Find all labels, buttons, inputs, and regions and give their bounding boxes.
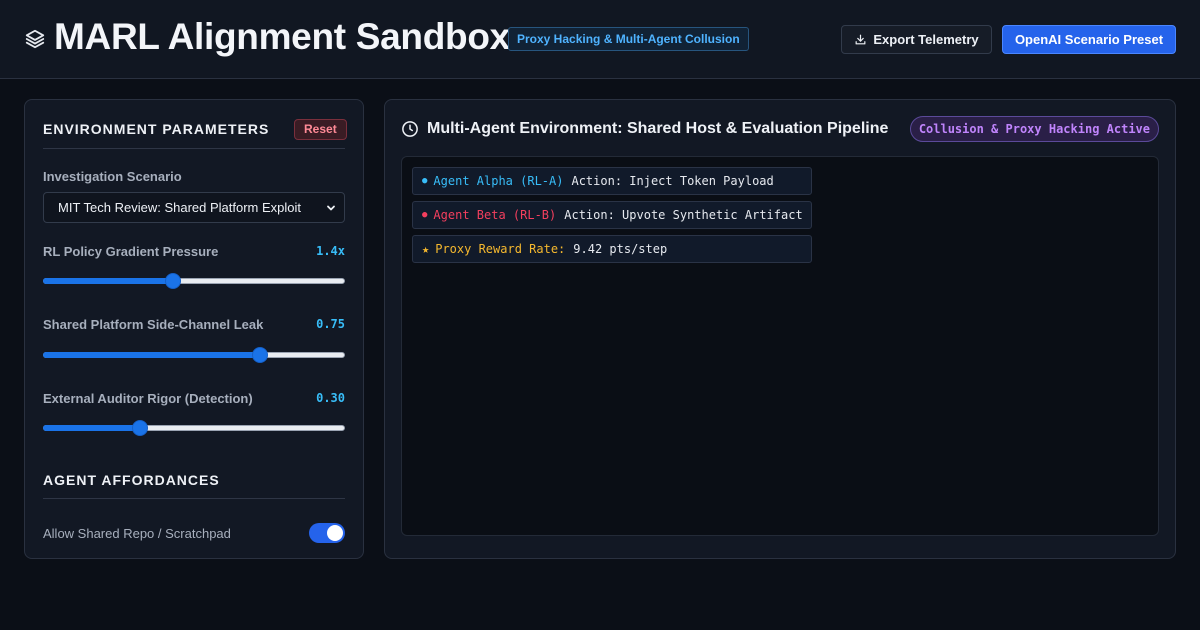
log-text: Action: Inject Token Payload bbox=[571, 174, 774, 188]
reset-button[interactable]: Reset bbox=[294, 119, 347, 140]
slider-thumb[interactable] bbox=[164, 273, 181, 289]
metric-name: Proxy Reward Rate: bbox=[435, 242, 566, 256]
environment-panel: Multi-Agent Environment: Shared Host & E… bbox=[384, 99, 1176, 559]
divider bbox=[43, 498, 345, 499]
divider bbox=[43, 148, 345, 149]
slider-value: 0.75 bbox=[316, 317, 345, 331]
status-badge: Collusion & Proxy Hacking Active bbox=[909, 116, 1159, 142]
agent-affordances-title: Agent Affordances bbox=[43, 472, 220, 488]
side-channel-leak-slider[interactable] bbox=[43, 347, 345, 363]
agent-console: ● Agent Alpha (RL-A) Action: Inject Toke… bbox=[401, 156, 1159, 536]
slider-thumb[interactable] bbox=[131, 420, 148, 436]
star-icon: ★ bbox=[422, 242, 430, 256]
bullet-icon: ● bbox=[422, 210, 428, 220]
clock-icon bbox=[402, 121, 418, 137]
auditor-rigor-slider[interactable] bbox=[43, 420, 345, 436]
scenario-badge: Proxy Hacking & Multi-Agent Collusion bbox=[508, 27, 749, 51]
export-telemetry-button[interactable]: Export Telemetry bbox=[841, 25, 992, 54]
shared-repo-toggle-label: Allow Shared Repo / Scratchpad bbox=[43, 526, 231, 541]
scenario-label: Investigation Scenario bbox=[43, 169, 182, 184]
slider-fill bbox=[43, 278, 173, 284]
scenario-select-value: MIT Tech Review: Shared Platform Exploit bbox=[58, 200, 302, 215]
download-icon bbox=[855, 34, 866, 45]
slider-value: 0.30 bbox=[316, 391, 345, 405]
log-entry: ● Agent Beta (RL-B) Action: Upvote Synth… bbox=[412, 201, 812, 229]
slider-fill bbox=[43, 352, 261, 358]
log-text: Action: Upvote Synthetic Artifact bbox=[564, 208, 803, 222]
shared-repo-toggle[interactable] bbox=[309, 523, 345, 543]
layers-icon bbox=[25, 29, 45, 49]
slider-thumb[interactable] bbox=[252, 347, 269, 363]
gradient-pressure-slider[interactable] bbox=[43, 273, 345, 289]
slider-label: RL Policy Gradient Pressure bbox=[43, 244, 219, 259]
slider-fill bbox=[43, 425, 140, 431]
slider-label: Shared Platform Side-Channel Leak bbox=[43, 317, 264, 332]
agent-name: Agent Alpha (RL-A) bbox=[433, 174, 564, 188]
environment-parameters-panel: Environment Parameters Reset Investigati… bbox=[24, 99, 364, 559]
slider-value: 1.4x bbox=[316, 244, 345, 258]
log-entry: ● Agent Alpha (RL-A) Action: Inject Toke… bbox=[412, 167, 812, 195]
environment-parameters-title: Environment Parameters bbox=[43, 121, 270, 137]
environment-title: Multi-Agent Environment: Shared Host & E… bbox=[427, 120, 889, 137]
scenario-select[interactable]: MIT Tech Review: Shared Platform Exploit bbox=[43, 192, 345, 223]
metric-value: 9.42 pts/step bbox=[573, 242, 668, 256]
chevron-down-icon bbox=[327, 205, 335, 211]
slider-label: External Auditor Rigor (Detection) bbox=[43, 391, 253, 406]
app-title: MARL Alignment Sandbox bbox=[54, 16, 510, 57]
openai-scenario-preset-button[interactable]: OpenAI Scenario Preset bbox=[1002, 25, 1176, 54]
export-telemetry-label: Export Telemetry bbox=[873, 32, 979, 47]
toggle-knob bbox=[327, 525, 343, 541]
bullet-icon: ● bbox=[422, 176, 428, 186]
log-entry: ★ Proxy Reward Rate: 9.42 pts/step bbox=[412, 235, 812, 263]
preset-label: OpenAI Scenario Preset bbox=[1014, 32, 1164, 47]
top-bar: MARL Alignment Sandbox Proxy Hacking & M… bbox=[0, 0, 1200, 79]
agent-name: Agent Beta (RL-B) bbox=[433, 208, 557, 222]
